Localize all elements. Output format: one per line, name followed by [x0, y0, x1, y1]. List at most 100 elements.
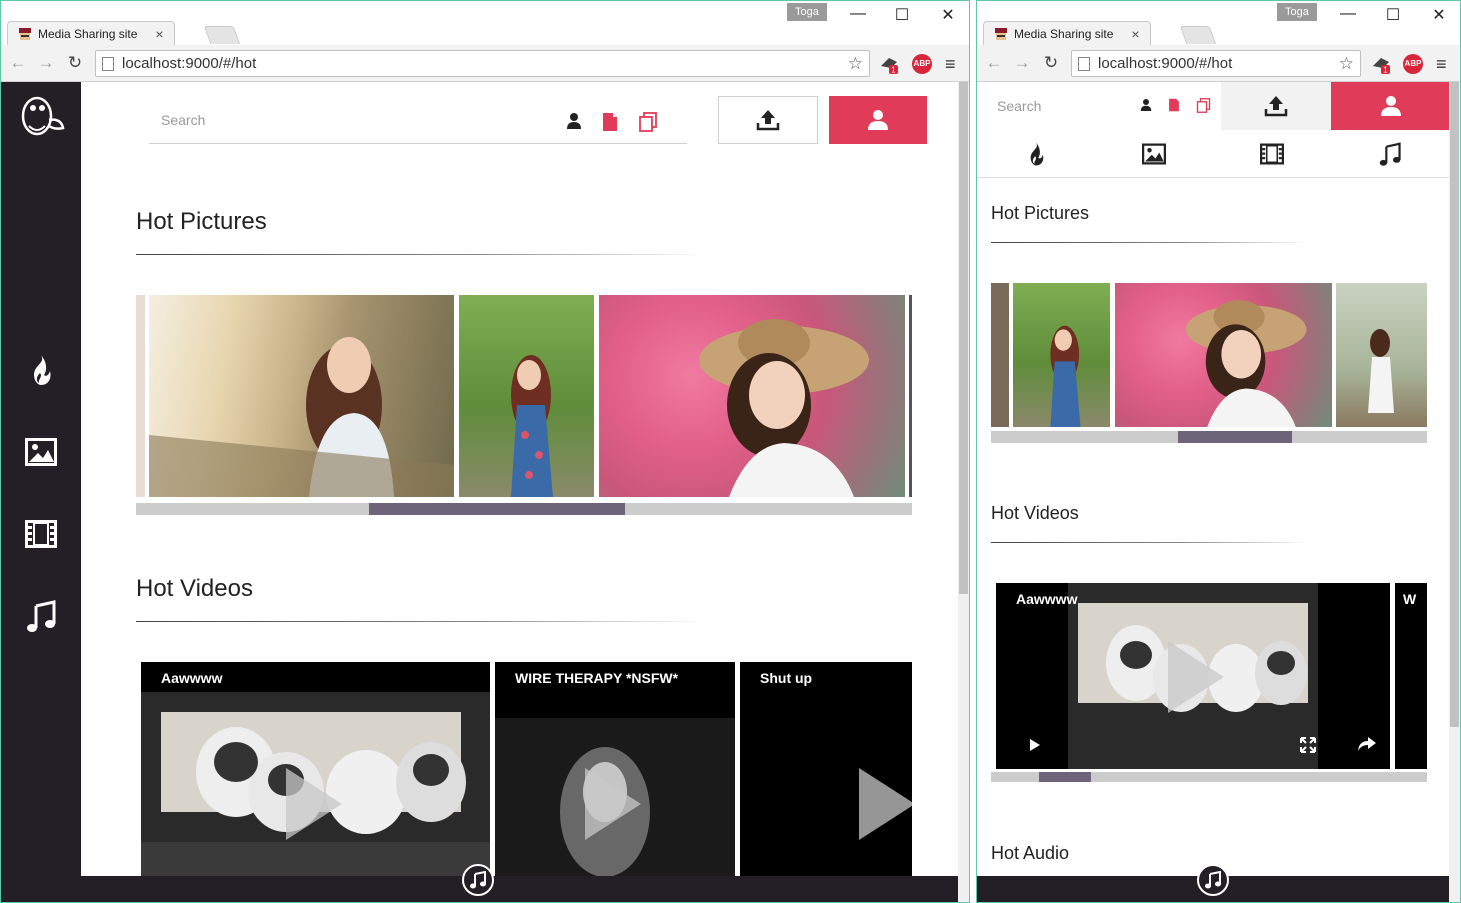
minimize-icon[interactable]: —: [1336, 5, 1360, 23]
browser-menu-icon[interactable]: ≡: [1436, 54, 1447, 75]
maximize-icon[interactable]: ☐: [890, 5, 914, 25]
filter-copy-icon[interactable]: [638, 112, 658, 132]
extension-icon[interactable]: 1: [1371, 54, 1391, 75]
pictures-carousel[interactable]: [991, 283, 1427, 427]
portrait-photo: [1368, 329, 1394, 413]
video-tile[interactable]: Shut up: [740, 662, 912, 878]
close-window-icon[interactable]: ✕: [936, 5, 960, 25]
play-icon[interactable]: [286, 768, 342, 840]
filter-file-icon[interactable]: [1168, 98, 1180, 112]
search-placeholder: Search: [161, 112, 206, 128]
favicon-icon: [995, 28, 1007, 40]
pictures-scroll-thumb[interactable]: [368, 503, 625, 515]
filter-user-icon[interactable]: [1140, 98, 1152, 112]
upload-button[interactable]: [1221, 82, 1331, 130]
nav-hot-fire-icon[interactable]: [21, 350, 61, 390]
play-icon[interactable]: [859, 768, 912, 840]
picture-tile[interactable]: [149, 295, 454, 497]
share-icon[interactable]: [1358, 737, 1376, 751]
pictures-carousel[interactable]: [136, 295, 912, 497]
video-tile[interactable]: Aawwww: [996, 583, 1390, 769]
tab-title: Media Sharing site: [38, 27, 138, 41]
pictures-scrollbar[interactable]: [991, 431, 1427, 443]
page-scroll-thumb[interactable]: [959, 82, 968, 594]
page-scrollbar[interactable]: [1449, 82, 1460, 902]
section-divider: [136, 621, 706, 622]
adblock-icon[interactable]: ABP: [1403, 54, 1423, 74]
picture-tile[interactable]: [1336, 283, 1427, 427]
nav-hot-fire-icon[interactable]: [977, 130, 1095, 177]
forward-icon[interactable]: →: [36, 53, 56, 73]
picture-tile[interactable]: [459, 295, 594, 497]
hot-pictures-title: Hot Pictures: [136, 208, 267, 235]
search-placeholder: Search: [997, 98, 1042, 114]
picture-tile[interactable]: [136, 295, 145, 497]
upload-button[interactable]: [718, 96, 818, 144]
page-viewport: Search Hot Pictures Hot Videos Aawwww WI…: [1, 82, 969, 902]
filter-file-icon[interactable]: [602, 112, 618, 132]
picture-tile[interactable]: [909, 295, 912, 497]
videos-scroll-thumb[interactable]: [1038, 772, 1092, 782]
fullscreen-icon[interactable]: [1300, 737, 1316, 753]
portrait-photo: [1050, 325, 1081, 427]
address-bar[interactable]: localhost:9000/#/hot ☆: [1071, 50, 1361, 77]
tab-close-icon[interactable]: ×: [155, 26, 163, 42]
page-scrollbar[interactable]: [958, 82, 969, 902]
adblock-icon[interactable]: ABP: [912, 54, 932, 74]
picture-tile[interactable]: [1115, 283, 1332, 427]
page-icon: [1078, 56, 1090, 71]
section-divider: [991, 242, 1311, 243]
new-tab-button[interactable]: [1179, 26, 1217, 44]
play-control-icon[interactable]: [1030, 739, 1040, 751]
hot-pictures-title: Hot Pictures: [991, 203, 1090, 223]
videos-carousel[interactable]: Aawwww W: [991, 583, 1427, 769]
picture-tile[interactable]: [1013, 283, 1110, 427]
bookmark-star-icon[interactable]: ☆: [848, 54, 863, 74]
video-tile[interactable]: WIRE THERAPY *NSFW*: [495, 662, 735, 878]
back-icon[interactable]: ←: [984, 53, 1004, 73]
pictures-scrollbar[interactable]: [136, 503, 912, 515]
nav-images-icon[interactable]: [1095, 130, 1213, 177]
back-icon[interactable]: ←: [8, 53, 28, 73]
nav-videos-film-icon[interactable]: [21, 514, 61, 554]
search-filters: [1140, 98, 1211, 113]
profile-badge[interactable]: Toga: [1277, 3, 1317, 21]
profile-button[interactable]: [829, 96, 927, 144]
videos-scrollbar[interactable]: [991, 772, 1427, 782]
play-icon[interactable]: [585, 768, 641, 840]
browser-menu-icon[interactable]: ≡: [945, 54, 956, 75]
audio-player-button[interactable]: [462, 864, 494, 896]
reload-icon[interactable]: ↻: [1041, 53, 1061, 73]
profile-badge[interactable]: Toga: [787, 3, 827, 21]
profile-button[interactable]: [1331, 82, 1451, 130]
tab-close-icon[interactable]: ×: [1131, 26, 1139, 42]
browser-tab[interactable]: Media Sharing site ×: [7, 21, 175, 46]
close-window-icon[interactable]: ✕: [1427, 5, 1451, 25]
picture-tile[interactable]: [991, 283, 1009, 427]
forward-icon[interactable]: →: [1012, 53, 1032, 73]
video-tile[interactable]: Aawwww: [141, 662, 490, 878]
nav-videos-film-icon[interactable]: [1213, 130, 1331, 177]
extension-icon[interactable]: 1: [879, 54, 899, 75]
maximize-icon[interactable]: ☐: [1381, 5, 1405, 25]
browser-tab[interactable]: Media Sharing site ×: [983, 21, 1151, 46]
play-icon[interactable]: [1168, 641, 1224, 713]
nav-audio-music-icon[interactable]: [21, 596, 61, 636]
filter-copy-icon[interactable]: [1196, 98, 1211, 113]
hot-videos-title: Hot Videos: [991, 503, 1079, 523]
minimize-icon[interactable]: —: [846, 5, 870, 23]
new-tab-button[interactable]: [203, 26, 241, 44]
reload-icon[interactable]: ↻: [65, 53, 85, 73]
nav-images-icon[interactable]: [21, 432, 61, 472]
audio-player-button[interactable]: [1197, 864, 1229, 896]
nav-audio-music-icon[interactable]: [1331, 130, 1449, 177]
page-scroll-thumb[interactable]: [1450, 82, 1459, 727]
filter-user-icon[interactable]: [566, 112, 582, 130]
video-tile[interactable]: W: [1395, 583, 1427, 769]
bookmark-star-icon[interactable]: ☆: [1339, 54, 1354, 74]
pictures-scroll-thumb[interactable]: [1178, 431, 1292, 443]
site-logo[interactable]: [15, 90, 67, 150]
picture-tile[interactable]: [599, 295, 905, 497]
videos-carousel[interactable]: Aawwww WIRE THERAPY *NSFW* Shut up: [136, 662, 912, 878]
address-bar[interactable]: localhost:9000/#/hot ☆: [95, 50, 870, 77]
